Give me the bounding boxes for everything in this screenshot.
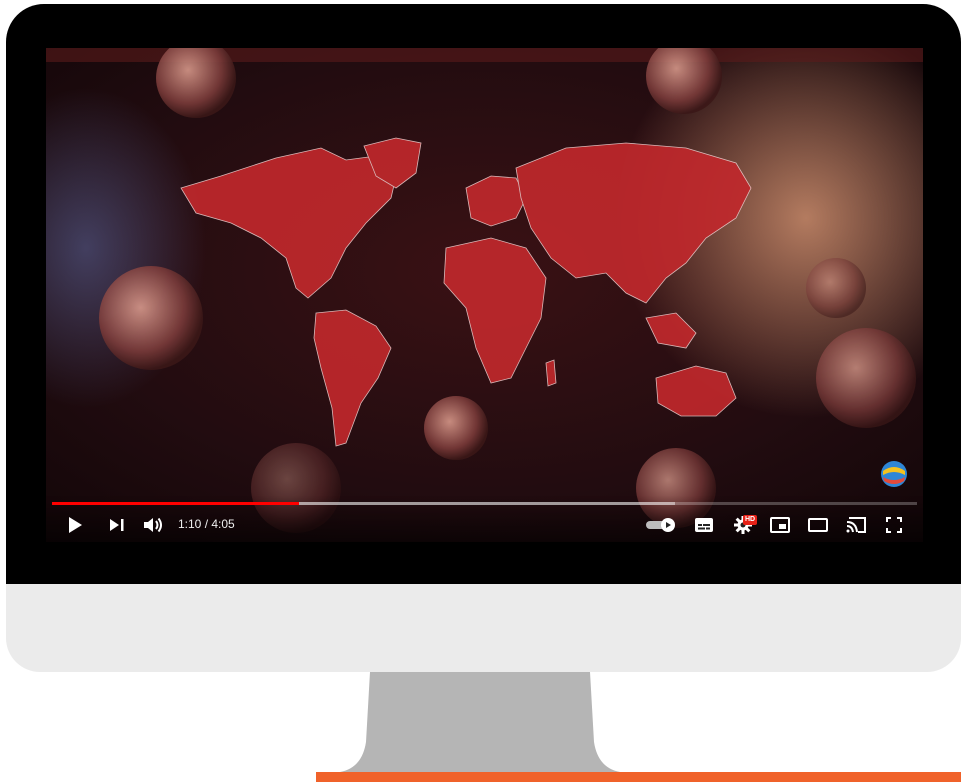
time-display: 1:10 / 4:05 (178, 517, 235, 531)
cast-icon (846, 517, 866, 533)
progress-bar[interactable] (52, 502, 917, 505)
theater-mode-button[interactable] (806, 514, 830, 536)
theater-mode-icon (808, 518, 828, 532)
stand-base-bar (316, 772, 961, 782)
monitor-chin (6, 584, 961, 672)
hd-badge: HD (743, 515, 758, 525)
miniplayer-button[interactable] (768, 514, 792, 536)
subtitles-icon (695, 518, 713, 532)
volume-icon (144, 517, 162, 533)
fullscreen-button[interactable] (882, 514, 906, 536)
cast-button[interactable] (844, 514, 868, 536)
volume-button[interactable] (142, 514, 166, 536)
video-frame (46, 48, 923, 542)
autoplay-toggle-icon (646, 518, 675, 532)
monitor-stand (340, 672, 620, 772)
progress-played (52, 502, 299, 505)
fullscreen-icon (886, 517, 902, 533)
play-button[interactable] (64, 514, 86, 536)
autoplay-toggle[interactable] (644, 514, 678, 536)
channel-logo[interactable] (879, 459, 909, 489)
subtitles-button[interactable] (692, 514, 716, 536)
video-player[interactable]: 1:10 / 4:05 HD (46, 48, 923, 542)
next-button[interactable] (106, 514, 128, 536)
miniplayer-icon (770, 517, 790, 533)
next-icon (110, 519, 124, 531)
play-icon (69, 517, 82, 533)
